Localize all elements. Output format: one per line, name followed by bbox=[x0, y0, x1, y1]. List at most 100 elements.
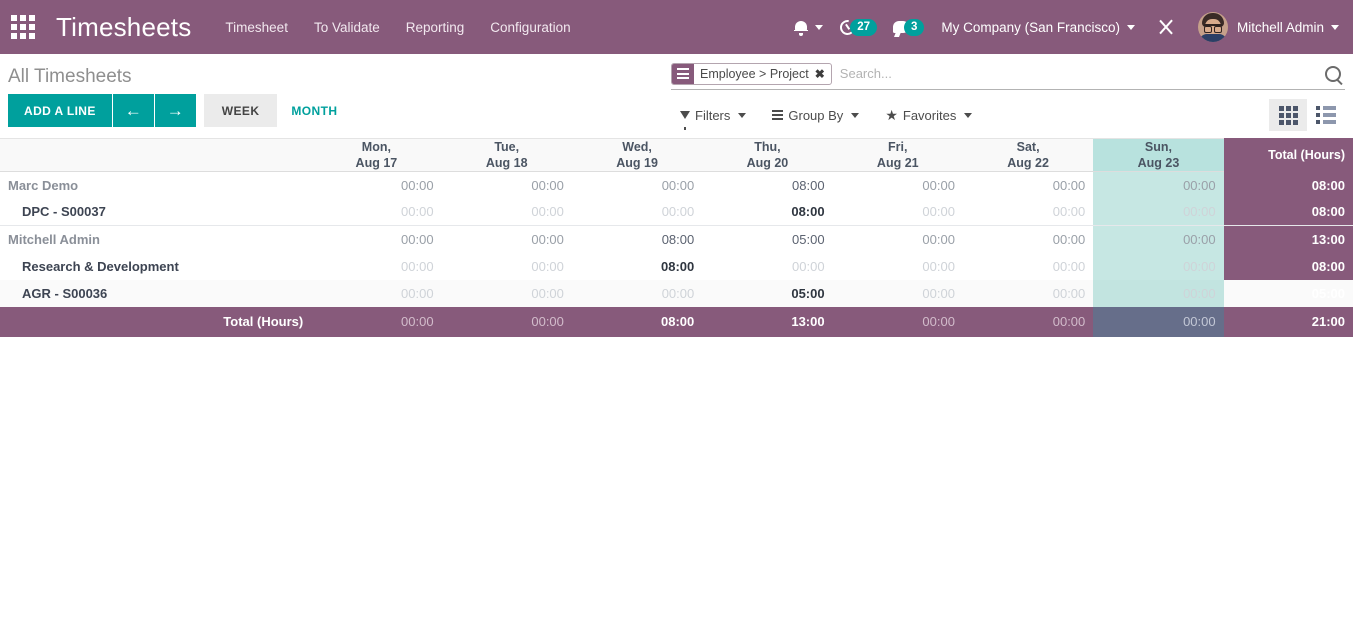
cell-row-total: 13:00 bbox=[1223, 225, 1353, 253]
menu-item-to-validate[interactable]: To Validate bbox=[314, 20, 380, 35]
arrow-right-icon: → bbox=[166, 101, 184, 120]
header-day-fri[interactable]: Fri, Aug 21 bbox=[832, 138, 963, 172]
header-day-sun[interactable]: Sun, Aug 23 bbox=[1093, 138, 1224, 172]
cell-sat[interactable]: 00:00 bbox=[962, 279, 1094, 307]
cell-sat[interactable]: 00:00 bbox=[962, 198, 1094, 226]
cell-wed[interactable]: 08:00 bbox=[571, 252, 703, 280]
header-day-name: Wed, bbox=[622, 140, 652, 154]
week-range-button[interactable]: WEEK bbox=[203, 94, 278, 127]
menu-item-timesheet[interactable]: Timesheet bbox=[225, 20, 288, 35]
header-day-tue[interactable]: Tue, Aug 18 bbox=[441, 138, 572, 172]
breadcrumb[interactable]: All Timesheets bbox=[8, 66, 132, 88]
cell-wed[interactable]: 00:00 bbox=[571, 171, 703, 199]
row-label[interactable]: Marc Demo bbox=[0, 171, 312, 199]
footer-label: Total (Hours) bbox=[0, 306, 312, 337]
cell-thu[interactable]: 05:00 bbox=[702, 279, 833, 307]
cell-wed[interactable]: 00:00 bbox=[571, 198, 703, 226]
search-icon[interactable] bbox=[1325, 65, 1341, 82]
filters-dropdown[interactable]: Filters bbox=[680, 108, 747, 130]
cell-row-total: 08:00 bbox=[1223, 252, 1353, 280]
close-icon[interactable]: ✖ bbox=[813, 64, 831, 84]
cell-sat[interactable]: 00:00 bbox=[962, 252, 1094, 280]
cell-mon[interactable]: 00:00 bbox=[311, 225, 442, 253]
debug-tools-button[interactable] bbox=[1144, 18, 1188, 36]
messages-counter-button[interactable]: 3 bbox=[885, 18, 932, 36]
list-view-button[interactable] bbox=[1307, 99, 1345, 131]
user-menu-button[interactable]: Mitchell Admin bbox=[1188, 12, 1345, 42]
table-row[interactable]: Mitchell Admin 00:00 00:00 08:00 05:00 0… bbox=[0, 225, 1353, 253]
header-day-wed[interactable]: Wed, Aug 19 bbox=[571, 138, 703, 172]
timesheet-table: Mon, Aug 17 Tue, Aug 18 Wed, Aug 19 Thu,… bbox=[0, 138, 1353, 337]
cell-sun[interactable]: 00:00 bbox=[1093, 225, 1224, 253]
cell-mon[interactable]: 00:00 bbox=[311, 252, 442, 280]
menu-item-reporting[interactable]: Reporting bbox=[406, 20, 465, 35]
cell-thu[interactable]: 08:00 bbox=[702, 198, 833, 226]
table-row[interactable]: Research & Development 00:00 00:00 08:00… bbox=[0, 252, 1353, 280]
cell-tue[interactable]: 00:00 bbox=[441, 279, 572, 307]
cell-fri[interactable]: 00:00 bbox=[832, 225, 963, 253]
cell-fri[interactable]: 00:00 bbox=[832, 171, 963, 199]
header-day-name: Fri, bbox=[888, 140, 908, 154]
favorites-dropdown[interactable]: ★ Favorites bbox=[885, 108, 973, 123]
header-day-thu[interactable]: Thu, Aug 20 bbox=[702, 138, 833, 172]
cell-row-total: 08:00 bbox=[1223, 171, 1353, 199]
apps-menu-button[interactable] bbox=[0, 0, 46, 54]
cell-sun[interactable]: 00:00 bbox=[1093, 198, 1224, 226]
cell-sun[interactable]: 00:00 bbox=[1093, 252, 1224, 280]
row-label[interactable]: Mitchell Admin bbox=[0, 225, 312, 253]
cell-mon[interactable]: 00:00 bbox=[311, 279, 442, 307]
search-input[interactable] bbox=[835, 66, 1325, 81]
group-by-dropdown[interactable]: Group By bbox=[772, 107, 860, 123]
cell-tue[interactable]: 00:00 bbox=[441, 225, 572, 253]
activity-menu-button[interactable] bbox=[785, 20, 832, 36]
cell-sat[interactable]: 00:00 bbox=[962, 171, 1094, 199]
header-day-name: Sat, bbox=[1016, 140, 1040, 154]
previous-period-button[interactable]: ← bbox=[111, 94, 154, 127]
cell-fri[interactable]: 00:00 bbox=[832, 198, 963, 226]
next-period-button[interactable]: → bbox=[153, 94, 196, 127]
month-range-button[interactable]: MONTH bbox=[277, 94, 351, 127]
table-header: Mon, Aug 17 Tue, Aug 18 Wed, Aug 19 Thu,… bbox=[0, 138, 1353, 172]
cell-mon[interactable]: 00:00 bbox=[311, 198, 442, 226]
cell-thu[interactable]: 05:00 bbox=[702, 225, 833, 253]
chat-count-badge: 3 bbox=[903, 18, 925, 36]
cell-fri[interactable]: 00:00 bbox=[832, 252, 963, 280]
header-day-name: Mon, bbox=[361, 140, 391, 154]
header-day-mon[interactable]: Mon, Aug 17 bbox=[311, 138, 442, 172]
table-footer-row: Total (Hours) 00:00 00:00 08:00 13:00 00… bbox=[0, 306, 1353, 337]
menu-item-configuration[interactable]: Configuration bbox=[490, 20, 570, 35]
row-label[interactable]: AGR - S00036 bbox=[0, 279, 312, 307]
cell-tue[interactable]: 00:00 bbox=[441, 252, 572, 280]
timer-counter-button[interactable]: 27 bbox=[832, 16, 885, 38]
app-brand-title[interactable]: Timesheets bbox=[56, 12, 191, 43]
cell-wed[interactable]: 00:00 bbox=[571, 279, 703, 307]
cell-fri[interactable]: 00:00 bbox=[832, 279, 963, 307]
table-row[interactable]: Marc Demo 00:00 00:00 00:00 08:00 00:00 … bbox=[0, 171, 1353, 199]
cell-thu[interactable]: 08:00 bbox=[702, 171, 833, 199]
cell-sun[interactable]: 00:00 bbox=[1093, 171, 1224, 199]
cell-tue[interactable]: 00:00 bbox=[441, 171, 572, 199]
cell-thu[interactable]: 00:00 bbox=[702, 252, 833, 280]
search-facet-employee-project[interactable]: Employee > Project ✖ bbox=[671, 62, 832, 85]
add-a-line-button[interactable]: ADD A LINE bbox=[8, 94, 112, 127]
avatar bbox=[1197, 12, 1228, 42]
cell-tue[interactable]: 00:00 bbox=[441, 198, 572, 226]
chevron-down-icon bbox=[738, 112, 747, 118]
cell-sat[interactable]: 00:00 bbox=[962, 225, 1094, 253]
row-label[interactable]: DPC - S00037 bbox=[0, 198, 312, 226]
cell-wed[interactable]: 08:00 bbox=[571, 225, 703, 253]
cell-mon[interactable]: 00:00 bbox=[311, 171, 442, 199]
group-by-label: Group By bbox=[788, 107, 844, 123]
list-view-icon bbox=[1316, 106, 1336, 124]
cell-sun[interactable]: 00:00 bbox=[1093, 279, 1224, 307]
grid-view-button[interactable] bbox=[1269, 99, 1307, 131]
table-body: Marc Demo 00:00 00:00 00:00 08:00 00:00 … bbox=[0, 171, 1353, 337]
search-view: Employee > Project ✖ bbox=[671, 58, 1345, 90]
company-switcher-button[interactable]: My Company (San Francisco) bbox=[932, 20, 1144, 35]
table-row[interactable]: AGR - S00036 00:00 00:00 00:00 05:00 00:… bbox=[0, 279, 1353, 307]
table-row[interactable]: DPC - S00037 00:00 00:00 00:00 08:00 00:… bbox=[0, 198, 1353, 226]
header-day-name: Thu, bbox=[754, 140, 781, 154]
chevron-down-icon bbox=[1126, 24, 1135, 30]
header-day-sat[interactable]: Sat, Aug 22 bbox=[962, 138, 1094, 172]
row-label[interactable]: Research & Development bbox=[0, 252, 312, 280]
